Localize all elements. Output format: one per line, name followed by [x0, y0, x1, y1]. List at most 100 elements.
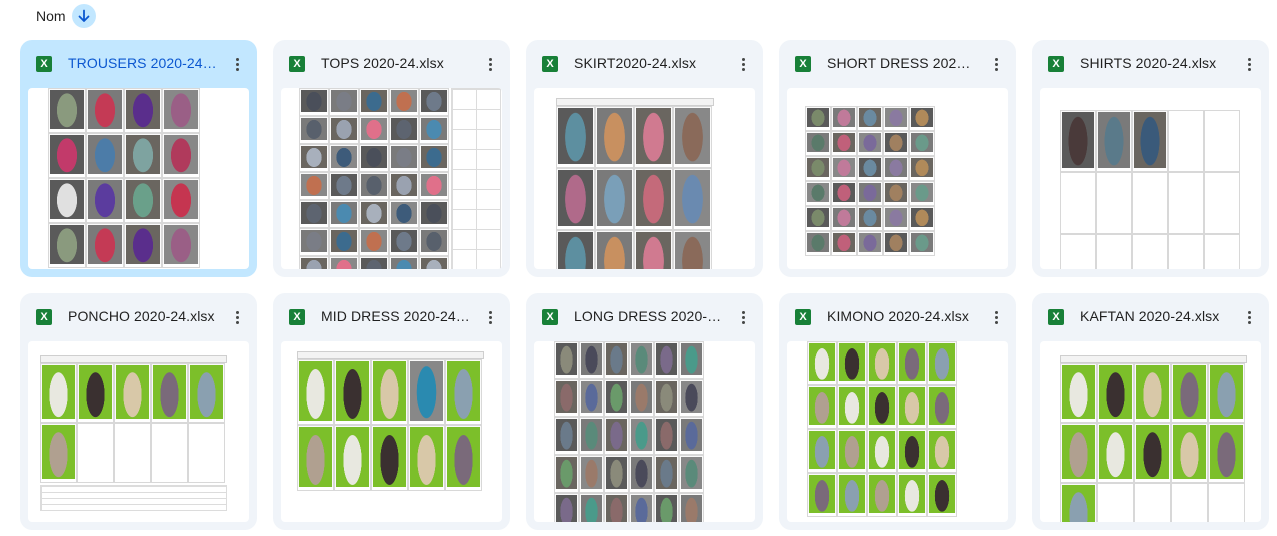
- file-card-skirt[interactable]: X SKIRT2020-24.xlsx: [526, 40, 763, 277]
- more-actions-button[interactable]: [984, 52, 1008, 76]
- cell-caption: [832, 127, 856, 130]
- product-photo: [164, 225, 198, 264]
- product-photo: [301, 258, 327, 269]
- sheet-cell: [419, 228, 449, 256]
- product-photo: [164, 90, 198, 129]
- cell-caption: [41, 419, 76, 422]
- sheet-cell: [629, 417, 654, 455]
- product-photo: [421, 118, 447, 140]
- product-photo: [606, 343, 627, 375]
- sheet-cell: [883, 181, 909, 206]
- product-photo: [899, 387, 925, 425]
- product-photo: [88, 180, 122, 219]
- product-photo: [1210, 365, 1243, 419]
- cell-caption: [420, 196, 448, 199]
- sheet-cell: [48, 223, 86, 268]
- cell-caption: [680, 375, 703, 378]
- product-photo: [656, 343, 677, 375]
- cell-caption: [1209, 419, 1244, 422]
- product-photo: [833, 158, 855, 177]
- file-card-tops[interactable]: X TOPS 2020-24.xlsx: [273, 40, 510, 277]
- sheet-cell: [629, 455, 654, 493]
- sheet-cell: [1060, 483, 1097, 522]
- product-photo: [558, 232, 593, 269]
- sheet-cell: [831, 231, 857, 256]
- product-photo: [581, 495, 602, 522]
- cell-caption: [884, 252, 908, 255]
- sheet-cell: [867, 385, 897, 429]
- sheet-cell: [299, 88, 329, 116]
- file-card-trousers[interactable]: X TROUSERS 2020-24.xlsx: [20, 40, 257, 277]
- more-actions-button[interactable]: [225, 305, 249, 329]
- sort-label[interactable]: Nom: [36, 8, 66, 24]
- cell-caption: [300, 140, 328, 143]
- sheet-cell: [329, 144, 359, 172]
- cell-caption: [580, 375, 603, 378]
- cell-caption: [605, 413, 628, 416]
- sheet-image-grid: [807, 341, 957, 517]
- cell-caption: [390, 196, 418, 199]
- file-card-mid-dress[interactable]: X MID DRESS 2020-24.xlsx: [273, 293, 510, 530]
- product-photo: [336, 361, 369, 421]
- sheet-cell: [77, 363, 114, 423]
- sheet-cell: [673, 230, 712, 269]
- more-actions-button[interactable]: [1237, 52, 1261, 76]
- file-card-poncho[interactable]: X PONCHO 2020-24.xlsx: [20, 293, 257, 530]
- file-card-header: X KAFTAN 2020-24.xlsx: [1032, 293, 1269, 341]
- sheet-cell: [77, 423, 114, 483]
- cell-caption: [838, 469, 866, 472]
- more-vert-icon: [741, 57, 745, 71]
- cell-caption: [884, 202, 908, 205]
- file-title: SKIRT2020-24.xlsx: [574, 55, 697, 71]
- sheet-cell: [188, 363, 225, 423]
- file-card-short-dress[interactable]: X SHORT DRESS 2020-24.xlsx: [779, 40, 1016, 277]
- product-photo: [556, 381, 577, 413]
- cell-caption: [298, 421, 333, 424]
- product-photo: [656, 381, 677, 413]
- file-card-shirts[interactable]: X SHIRTS 2020-24.xlsx: [1032, 40, 1269, 277]
- file-card-kaftan[interactable]: X KAFTAN 2020-24.xlsx: [1032, 293, 1269, 530]
- more-actions-button[interactable]: [731, 305, 755, 329]
- sheet-cell: [1168, 110, 1204, 172]
- product-photo: [373, 427, 406, 487]
- file-card-header: X KIMONO 2020-24.xlsx: [779, 293, 1016, 341]
- cell-caption: [330, 224, 358, 227]
- product-photo: [153, 365, 186, 419]
- file-card-long-dress[interactable]: X LONG DRESS 2020-24.xlsx: [526, 293, 763, 530]
- sheet-cell: [40, 423, 77, 483]
- cell-caption: [555, 413, 578, 416]
- sheet-cell: [831, 131, 857, 156]
- product-photo: [391, 202, 417, 224]
- product-photo: [656, 457, 677, 489]
- file-card-kimono[interactable]: X KIMONO 2020-24.xlsx: [779, 293, 1016, 530]
- sheet-cell: [86, 88, 124, 133]
- cell-caption: [580, 489, 603, 492]
- product-photo: [606, 381, 627, 413]
- cell-caption: [189, 419, 224, 422]
- more-actions-button[interactable]: [1237, 305, 1261, 329]
- product-photo: [581, 381, 602, 413]
- sheet-cell: [162, 88, 200, 133]
- more-actions-button[interactable]: [731, 52, 755, 76]
- sheet-cell: [371, 425, 408, 491]
- more-actions-button[interactable]: [478, 52, 502, 76]
- sheet-cell: [419, 144, 449, 172]
- more-actions-button[interactable]: [225, 52, 249, 76]
- sheet-cell: [831, 106, 857, 131]
- more-actions-button[interactable]: [984, 305, 1008, 329]
- product-photo: [447, 427, 480, 487]
- sheet-cell: [604, 417, 629, 455]
- cell-caption: [390, 168, 418, 171]
- cell-caption: [635, 226, 672, 229]
- cell-caption: [372, 421, 407, 424]
- cell-caption: [910, 177, 934, 180]
- cell-caption: [910, 127, 934, 130]
- more-actions-button[interactable]: [478, 305, 502, 329]
- product-photo: [885, 208, 907, 227]
- product-photo: [361, 146, 387, 168]
- cell-caption: [808, 513, 836, 516]
- sort-direction-button[interactable]: [71, 4, 96, 28]
- cell-caption: [884, 152, 908, 155]
- cell-caption: [630, 413, 653, 416]
- product-photo: [869, 343, 895, 381]
